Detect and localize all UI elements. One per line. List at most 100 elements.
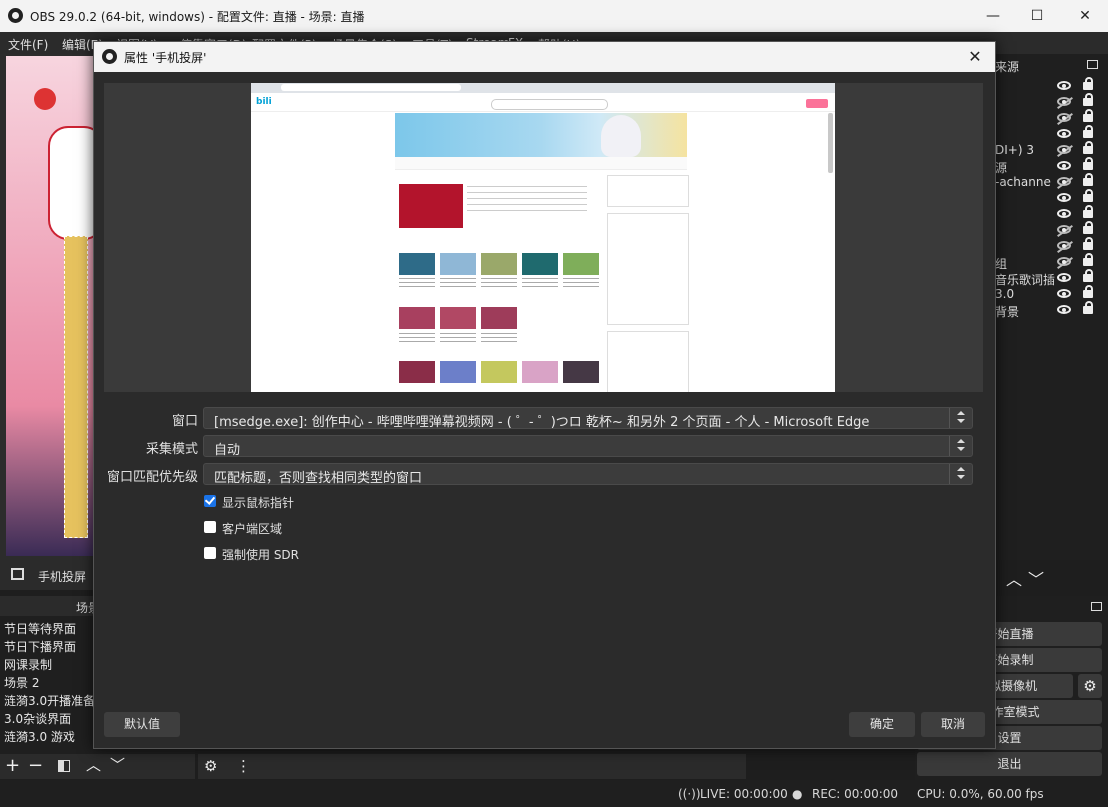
move-down-icon[interactable]: ﹀ xyxy=(1028,566,1044,590)
eye-hidden-icon[interactable] xyxy=(1057,145,1071,154)
gear-icon[interactable]: ⚙ xyxy=(204,757,217,775)
video-thumb xyxy=(440,361,476,383)
lock-icon[interactable] xyxy=(1083,253,1093,266)
site-logo-icon: bili xyxy=(256,97,272,107)
scene-down-icon[interactable]: ﹀ xyxy=(110,756,125,774)
eye-icon[interactable] xyxy=(1057,161,1071,170)
featured-video-thumb xyxy=(399,184,463,228)
eye-hidden-icon[interactable] xyxy=(1057,177,1071,186)
upload-button-icon xyxy=(806,99,828,108)
minimize-button[interactable]: — xyxy=(970,0,1016,32)
window-label: 窗口 xyxy=(171,414,198,429)
scene-item[interactable]: 网课录制 xyxy=(4,656,52,673)
eye-icon[interactable] xyxy=(1057,209,1071,218)
site-search-box xyxy=(491,99,608,110)
source-item-label: DI+) 3 xyxy=(995,143,1034,157)
window-select[interactable]: [msedge.exe]: 创作中心 - 哔哩哔哩弹幕视频网 - ( ゜- ゜)… xyxy=(203,407,973,430)
window-title: OBS 29.0.2 (64-bit, windows) - 配置文件: 直播 … xyxy=(30,10,365,24)
side-box xyxy=(607,175,689,207)
eye-icon[interactable] xyxy=(1057,289,1071,298)
ok-button[interactable]: 确定 xyxy=(849,712,915,737)
video-caption xyxy=(440,278,476,290)
window-select-value: [msedge.exe]: 创作中心 - 哔哩哔哩弹幕视频网 - ( ゜- ゜)… xyxy=(214,415,870,430)
lock-icon[interactable] xyxy=(1083,157,1093,170)
scene-item[interactable]: 场景 2 xyxy=(4,674,39,691)
eye-hidden-icon[interactable] xyxy=(1057,257,1071,266)
lock-icon[interactable] xyxy=(1083,205,1093,218)
scene-item[interactable]: 节日等待界面 xyxy=(4,620,76,637)
scene-up-icon[interactable]: ︿ xyxy=(86,756,101,774)
undock-controls-icon[interactable] xyxy=(1091,602,1102,611)
lock-icon[interactable] xyxy=(1083,125,1093,138)
match-priority-select[interactable]: 匹配标题，否则查找相同类型的窗口 xyxy=(203,463,973,486)
eye-icon[interactable] xyxy=(1057,129,1071,138)
side-box xyxy=(607,213,689,325)
eye-hidden-icon[interactable] xyxy=(1057,113,1071,122)
side-box xyxy=(607,331,689,392)
maximize-button[interactable]: ☐ xyxy=(1014,0,1060,32)
source-item-label: 音乐歌词插 xyxy=(995,273,1056,287)
remove-scene-icon[interactable]: − xyxy=(28,757,43,775)
add-scene-icon[interactable]: + xyxy=(5,757,20,775)
live-icon: ((·)) xyxy=(678,787,701,801)
defaults-button[interactable]: 默认值 xyxy=(104,712,180,737)
filter-icon[interactable] xyxy=(58,760,70,772)
lock-icon[interactable] xyxy=(1083,93,1093,106)
force-sdr-checkbox[interactable] xyxy=(204,547,216,559)
scene-item[interactable]: 3.0杂谈界面 xyxy=(4,710,71,727)
eye-icon[interactable] xyxy=(1057,305,1071,314)
lock-icon[interactable] xyxy=(1083,301,1093,314)
featured-video-text xyxy=(467,186,587,216)
capture-mode-select[interactable]: 自动 xyxy=(203,435,973,458)
lock-icon[interactable] xyxy=(1083,173,1093,186)
dialog-close-button[interactable]: ✕ xyxy=(963,45,987,69)
scene-item[interactable]: 涟漪3.0 游戏 xyxy=(4,728,75,745)
close-window-button[interactable]: ✕ xyxy=(1062,0,1108,32)
menu-file[interactable]: 文件(F) xyxy=(8,36,48,53)
show-cursor-label: 显示鼠标指针 xyxy=(222,496,295,510)
more-options-icon[interactable]: ⋮ xyxy=(236,757,251,775)
eye-hidden-icon[interactable] xyxy=(1057,225,1071,234)
eye-icon[interactable] xyxy=(1057,193,1071,202)
preview-scene-image xyxy=(6,56,104,556)
channel-banner xyxy=(395,113,687,157)
lock-icon[interactable] xyxy=(1083,141,1093,154)
virtual-cam-settings-icon[interactable]: ⚙ xyxy=(1078,674,1102,698)
properties-dialog: 属性 '手机投屏' ✕ bili 窗口 [msedge.exe]: 创作中心 -… xyxy=(93,41,996,749)
video-thumb xyxy=(481,307,517,329)
scene-item[interactable]: 节日下播界面 xyxy=(4,638,76,655)
video-caption xyxy=(563,278,599,290)
lock-icon[interactable] xyxy=(1083,189,1093,202)
rec-time: REC: 00:00:00 xyxy=(812,787,899,801)
captured-window-preview: bili xyxy=(251,83,835,392)
source-item-label: 3.0 xyxy=(995,287,1015,301)
undock-icon[interactable] xyxy=(1087,60,1098,69)
spinner-arrows-icon xyxy=(949,436,972,456)
video-caption xyxy=(481,278,517,290)
status-bar: ((·)) LIVE: 00:00:00 ● REC: 00:00:00 CPU… xyxy=(0,780,1108,807)
match-priority-label: 窗口匹配优先级 xyxy=(106,470,198,485)
lock-icon[interactable] xyxy=(1083,77,1093,90)
eye-hidden-icon[interactable] xyxy=(1057,241,1071,250)
client-area-checkbox[interactable] xyxy=(204,521,216,533)
video-thumb xyxy=(440,307,476,329)
move-up-icon[interactable]: ︿ xyxy=(1006,566,1022,590)
lock-icon[interactable] xyxy=(1083,109,1093,122)
exit-button[interactable]: 退出 xyxy=(917,752,1102,776)
browser-tab-bar xyxy=(251,83,835,93)
lock-icon[interactable] xyxy=(1083,285,1093,298)
lock-icon[interactable] xyxy=(1083,269,1093,282)
lock-icon[interactable] xyxy=(1083,221,1093,234)
cancel-button[interactable]: 取消 xyxy=(921,712,985,737)
banner-character xyxy=(601,115,641,157)
title-bar: OBS 29.0.2 (64-bit, windows) - 配置文件: 直播 … xyxy=(0,0,1108,32)
eye-hidden-icon[interactable] xyxy=(1057,97,1071,106)
scene-item[interactable]: 涟漪3.0开播准备 xyxy=(4,692,95,709)
video-caption xyxy=(440,333,476,345)
eye-icon[interactable] xyxy=(1057,273,1071,282)
source-item[interactable]: 背景 xyxy=(995,301,1108,319)
show-cursor-checkbox[interactable] xyxy=(204,495,216,507)
video-caption xyxy=(399,278,435,290)
lock-icon[interactable] xyxy=(1083,237,1093,250)
eye-icon[interactable] xyxy=(1057,81,1071,90)
